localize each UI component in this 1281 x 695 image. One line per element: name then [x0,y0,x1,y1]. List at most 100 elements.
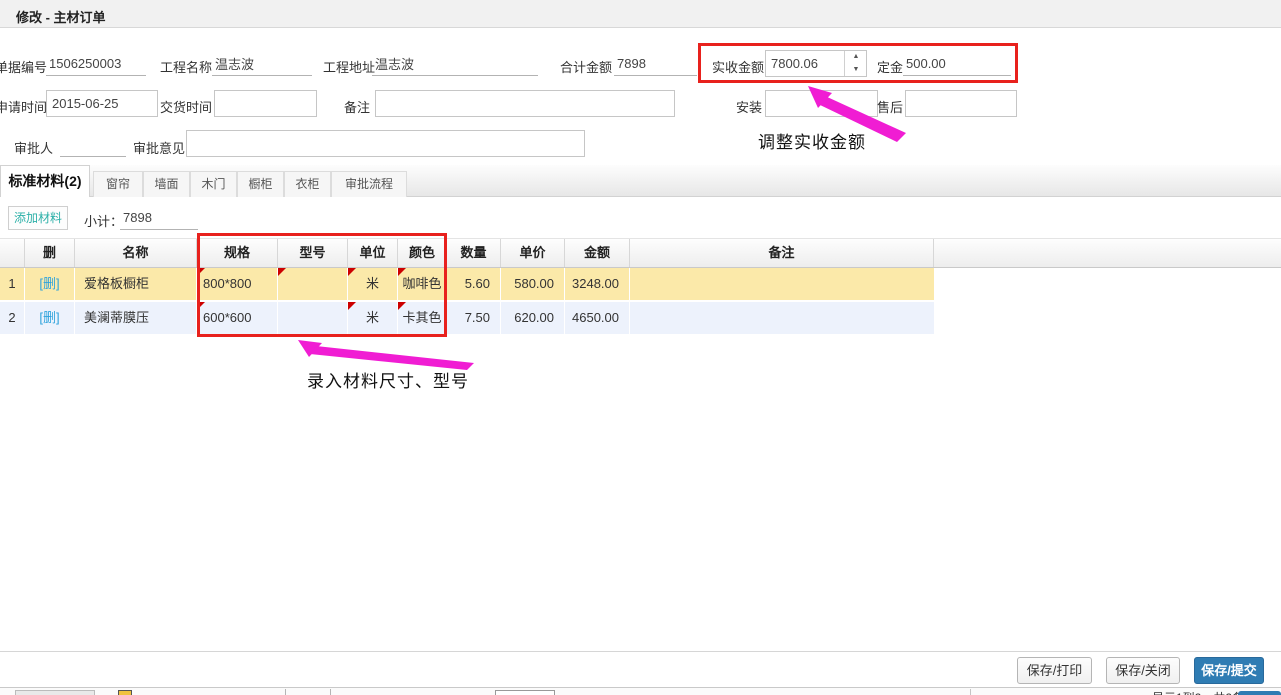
cell-color[interactable]: 咖啡色 [398,268,447,300]
save-submit-button[interactable]: 保存/提交 [1194,657,1264,684]
approval-opinion-input[interactable] [186,130,585,157]
dialog-footer: 保存/打印 保存/关闭 保存/提交 [0,651,1281,687]
tab-wooden-door[interactable]: 木门 [190,171,237,197]
tab-curtain[interactable]: 窗帘 [93,171,143,197]
background-fragment [330,689,331,695]
spin-up-button[interactable]: ▲ [845,51,867,63]
edited-corner-icon [348,268,356,276]
cell-price[interactable]: 620.00 [501,302,565,334]
col-header-filler [934,239,1281,267]
col-header-amount: 金额 [565,239,630,267]
background-fragment [1238,691,1281,695]
materials-table-body: 1 [删] 爱格板橱柜 800*800 米 咖啡色 5.60 580.00 32… [0,268,934,336]
cell-spec[interactable]: 800*800 [197,268,278,300]
cell-model[interactable] [278,302,348,334]
cell-qty[interactable]: 5.60 [447,268,501,300]
col-header-model: 型号 [278,239,348,267]
remark-label: 备注 [344,97,370,116]
cell-color[interactable]: 卡其色 [398,302,447,334]
project-addr-input[interactable] [372,52,538,76]
edited-corner-icon [348,302,356,310]
approver-label: 审批人 [14,138,53,157]
cell-qty[interactable]: 7.50 [447,302,501,334]
cell-unit[interactable]: 米 [348,268,398,300]
tab-standard-materials[interactable]: 标准材料(2) [0,165,90,197]
table-row: 2 [删] 美澜蒂膜压 600*600 米 卡其色 7.50 620.00 46… [0,302,934,334]
subtotal-input[interactable] [120,206,198,230]
remark-input[interactable] [375,90,675,117]
project-name-input[interactable] [212,52,312,76]
edited-corner-icon [278,268,286,276]
cell-row-no: 2 [0,302,25,334]
cell-price[interactable]: 580.00 [501,268,565,300]
cell-unit[interactable]: 米 [348,302,398,334]
received-amount-spinner: ▲ ▼ [844,51,866,76]
cell-row-no: 1 [0,268,25,300]
background-fragment [970,689,971,695]
annotation-enter-spec-model: 录入材料尺寸、型号 [307,367,469,392]
col-header-remark: 备注 [630,239,934,267]
cell-amount: 4650.00 [565,302,630,334]
col-header-qty: 数量 [447,239,501,267]
spin-down-button[interactable]: ▼ [845,64,867,76]
delete-row-link[interactable]: [删] [39,276,59,291]
tab-wardrobe[interactable]: 衣柜 [284,171,331,197]
deposit-label: 定金 [877,57,903,76]
background-page-sliver: 显示1到2，共2条 [0,687,1281,695]
project-name-label: 工程名称 [160,57,212,76]
approval-opinion-label: 审批意见 [133,138,185,157]
table-row: 1 [删] 爱格板橱柜 800*800 米 咖啡色 5.60 580.00 32… [0,268,934,300]
edited-corner-icon [197,302,205,310]
cell-name: 爱格板橱柜 [75,268,197,300]
dialog-title: 修改 - 主材订单 [16,7,106,26]
received-amount-label: 实收金额 [712,57,764,76]
save-close-button[interactable]: 保存/关闭 [1106,657,1180,684]
cell-model[interactable] [278,268,348,300]
col-header-unit: 单位 [348,239,398,267]
doc-no-label: 单据编号 [0,57,47,76]
materials-tabbar: 标准材料(2) 窗帘 墙面 木门 橱柜 衣柜 审批流程 [0,165,1281,197]
materials-table-header: 删 名称 规格 型号 单位 颜色 数量 单价 金额 备注 [0,238,1281,268]
doc-no-input[interactable] [46,52,146,76]
col-header-spec: 规格 [197,239,278,267]
annotation-adjust-received: 调整实收金额 [758,128,866,153]
dialog-titlebar: 修改 - 主材订单 [0,0,1281,28]
deposit-input[interactable] [903,52,1011,76]
col-header-name: 名称 [75,239,197,267]
cell-amount: 3248.00 [565,268,630,300]
col-header-color: 颜色 [398,239,447,267]
total-amount-input[interactable] [614,52,697,76]
delete-row-link[interactable]: [删] [39,310,59,325]
edited-corner-icon [398,268,406,276]
col-header-price: 单价 [501,239,565,267]
install-label: 安装 [736,97,762,116]
cell-spec[interactable]: 600*600 [197,302,278,334]
after-sale-input[interactable] [905,90,1017,117]
subtotal-label: 小计： [84,211,123,230]
total-amount-label: 合计金额 [560,57,612,76]
apply-time-input[interactable] [46,90,158,117]
cell-remark[interactable] [630,268,934,300]
background-fragment [495,690,555,695]
order-edit-dialog: 修改 - 主材订单 单据编号 工程名称 工程地址 合计金额 实收金额 ▲ ▼ 定… [0,0,1281,695]
col-header-del: 删 [25,239,75,267]
cell-name: 美澜蒂膜压 [75,302,197,334]
cell-remark[interactable] [630,302,934,334]
background-fragment [285,689,286,695]
delivery-time-label: 交货时间 [160,97,212,116]
background-fragment [15,690,95,695]
edited-corner-icon [398,302,406,310]
approver-input[interactable] [60,133,126,157]
background-fragment [118,690,132,695]
project-addr-label: 工程地址 [323,57,375,76]
delivery-time-input[interactable] [214,90,317,117]
tab-cabinet[interactable]: 橱柜 [237,171,284,197]
save-print-button[interactable]: 保存/打印 [1017,657,1092,684]
pagination-text-partial: 显示1到2，共2条 [1152,689,1244,695]
col-header-row-no [0,239,25,267]
apply-time-label: 申请时间 [0,97,47,116]
add-material-button[interactable]: 添加材料 [8,206,68,230]
tab-wall[interactable]: 墙面 [143,171,190,197]
tab-approval-flow[interactable]: 审批流程 [331,171,407,197]
edited-corner-icon [197,268,205,276]
